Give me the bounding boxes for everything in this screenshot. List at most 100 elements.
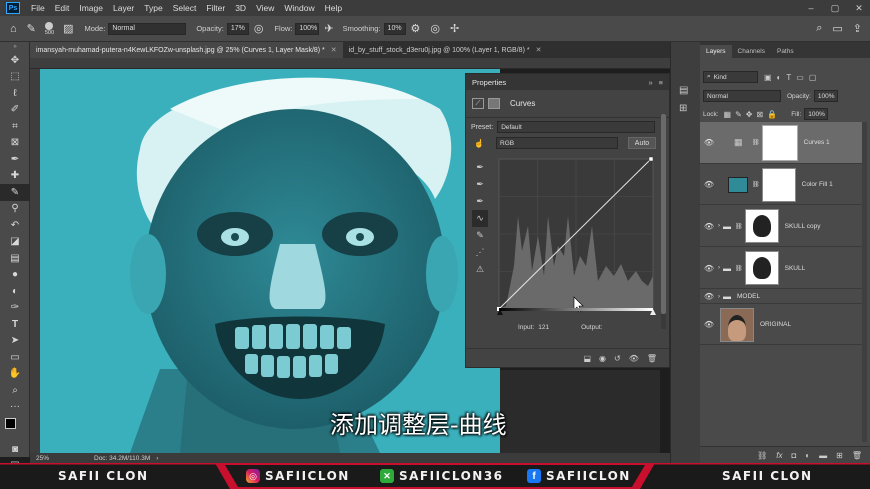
menu-3d[interactable]: 3D: [230, 3, 251, 13]
layer-mask-thumbnail[interactable]: [761, 167, 796, 202]
menu-file[interactable]: File: [26, 3, 50, 13]
lock-options-icons[interactable]: ▦✎✥⊠🔒: [724, 110, 782, 119]
layer-row[interactable]: 👁 ⛓ Color Fill 1: [700, 165, 862, 205]
history-brush-tool-icon[interactable]: ↶: [0, 217, 30, 234]
tab-layers[interactable]: Layers: [700, 45, 732, 58]
eyedropper-tool-icon[interactable]: ✒: [0, 151, 30, 168]
color-swatches[interactable]: [0, 415, 29, 441]
layer-name[interactable]: Color Fill 1: [802, 181, 833, 188]
color-fill-swatch[interactable]: [728, 176, 748, 193]
visibility-eye-icon[interactable]: 👁: [702, 320, 716, 329]
chain-link-icon[interactable]: ⛓: [735, 265, 743, 272]
path-selection-tool-icon[interactable]: ➤: [0, 333, 30, 350]
target-adjust-icon[interactable]: ☝: [474, 139, 484, 148]
curve-points-tool-icon[interactable]: ∿: [472, 210, 488, 227]
pencil-draw-icon[interactable]: ✎: [472, 227, 488, 244]
gray-point-eyedropper-icon[interactable]: ✒: [472, 176, 488, 193]
brush-tool-icon[interactable]: ✎: [27, 22, 36, 35]
menu-help[interactable]: Help: [320, 3, 347, 13]
document-canvas[interactable]: [40, 69, 500, 453]
zoom-tool-icon[interactable]: ⌕: [0, 382, 30, 399]
share-icon[interactable]: ⇪: [853, 22, 862, 35]
delete-layer-icon[interactable]: 🗑: [852, 451, 862, 460]
opacity-field[interactable]: 17%: [226, 22, 249, 35]
menu-view[interactable]: View: [251, 3, 279, 13]
gear-icon[interactable]: ⚙: [411, 22, 421, 35]
layer-name[interactable]: SKULL: [785, 265, 806, 272]
layer-name[interactable]: Curves 1: [804, 139, 830, 146]
panel-menu-icon[interactable]: ≡: [659, 78, 663, 87]
auto-button[interactable]: Auto: [628, 137, 656, 149]
menu-select[interactable]: Select: [168, 3, 202, 13]
clone-stamp-tool-icon[interactable]: ⚲: [0, 201, 30, 218]
zoom-level[interactable]: 25%: [36, 455, 76, 462]
gradient-tool-icon[interactable]: ▤: [0, 250, 30, 267]
marquee-tool-icon[interactable]: ⬚: [0, 69, 30, 86]
expand-chevron-icon[interactable]: ›: [718, 265, 720, 271]
menu-edit[interactable]: Edit: [50, 3, 75, 13]
smooth-curve-icon[interactable]: ⋰: [472, 244, 488, 261]
quick-select-tool-icon[interactable]: ✐: [0, 102, 30, 119]
shape-tool-icon[interactable]: ▭: [0, 349, 30, 366]
visibility-eye-icon[interactable]: 👁: [629, 354, 639, 363]
menu-layer[interactable]: Layer: [108, 3, 139, 13]
new-layer-icon[interactable]: ⊞: [836, 451, 843, 460]
layer-style-icon[interactable]: fx: [776, 451, 782, 460]
tab-document-2[interactable]: id_by_stuff_stock_d3eru0j.jpg @ 100% (La…: [343, 42, 548, 58]
layer-opacity-field[interactable]: 100%: [813, 90, 838, 102]
quick-mask-icon[interactable]: ◙: [0, 441, 30, 458]
clipping-warning-icon[interactable]: ⚠: [472, 261, 488, 278]
tab-document-1[interactable]: imansyah-muhamad-putera-n4KewLKFOZw-unsp…: [30, 42, 343, 58]
panel-collapse-icon[interactable]: »: [648, 78, 652, 87]
brush-panel-icon[interactable]: ▨: [63, 22, 73, 35]
pen-tool-icon[interactable]: ✑: [0, 300, 30, 317]
crop-tool-icon[interactable]: ⌗: [0, 118, 30, 135]
visibility-eye-icon[interactable]: 👁: [702, 222, 716, 231]
menu-window[interactable]: Window: [279, 3, 319, 13]
visibility-eye-icon[interactable]: 👁: [702, 264, 716, 273]
toolbar-collapse-icon[interactable]: »: [0, 42, 30, 52]
layer-filter-icons[interactable]: ▣◐T▭▢: [764, 73, 821, 82]
layers-scrollbar[interactable]: [862, 122, 867, 442]
layer-row[interactable]: 👁 ORIGINAL: [700, 305, 862, 345]
close-icon[interactable]: ✕: [848, 0, 870, 16]
layer-name[interactable]: MODEL: [737, 293, 760, 300]
brush-preset-picker[interactable]: 500: [45, 21, 54, 36]
chain-link-icon[interactable]: ⛓: [752, 181, 760, 188]
layer-name[interactable]: ORIGINAL: [760, 321, 791, 328]
smoothing-field[interactable]: 10%: [383, 22, 406, 35]
properties-panel-icon[interactable]: ⊞: [679, 100, 700, 118]
workspace-icon[interactable]: ▭: [832, 22, 842, 35]
black-point-eyedropper-icon[interactable]: ✒: [472, 159, 488, 176]
curves-adjustment-icon[interactable]: ⟋: [472, 98, 484, 109]
layer-mask-icon[interactable]: [488, 98, 500, 109]
preset-select[interactable]: Default: [497, 121, 656, 133]
link-layers-icon[interactable]: ⛓: [757, 451, 767, 460]
reset-icon[interactable]: ↺: [614, 354, 621, 363]
airbrush-icon[interactable]: ✈: [324, 22, 333, 35]
foreground-color-swatch[interactable]: [5, 418, 16, 429]
search-icon[interactable]: ⌕: [816, 22, 822, 35]
curves-graph[interactable]: [496, 156, 656, 316]
layer-row[interactable]: 👁 › ▬ ⛓ SKULL: [700, 248, 862, 289]
visibility-eye-icon[interactable]: 👁: [702, 292, 716, 301]
maximize-icon[interactable]: ▢: [824, 0, 846, 16]
layer-row[interactable]: 👁 › ▬ ⛓ SKULL copy: [700, 206, 862, 247]
status-arrow-icon[interactable]: ›: [156, 455, 158, 462]
close-tab-icon[interactable]: ✕: [536, 46, 542, 54]
expand-chevron-icon[interactable]: ›: [718, 223, 720, 229]
properties-scrollbar[interactable]: [661, 114, 666, 329]
frame-tool-icon[interactable]: ⊠: [0, 135, 30, 152]
new-group-icon[interactable]: ▬: [819, 451, 827, 460]
close-tab-icon[interactable]: ✕: [331, 46, 337, 54]
move-tool-icon[interactable]: ✥: [0, 52, 30, 69]
layer-row[interactable]: 👁 ▦ ⛓ Curves 1: [700, 122, 862, 164]
home-icon[interactable]: ⌂: [10, 23, 17, 35]
mode-select[interactable]: Normal: [108, 22, 187, 35]
layer-name[interactable]: SKULL copy: [785, 223, 821, 230]
eraser-tool-icon[interactable]: ◪: [0, 234, 30, 251]
lasso-tool-icon[interactable]: ℓ: [0, 85, 30, 102]
tab-channels[interactable]: Channels: [732, 45, 771, 58]
layer-row[interactable]: 👁 › ▬ MODEL: [700, 290, 862, 304]
add-mask-icon[interactable]: ◘: [791, 451, 796, 460]
